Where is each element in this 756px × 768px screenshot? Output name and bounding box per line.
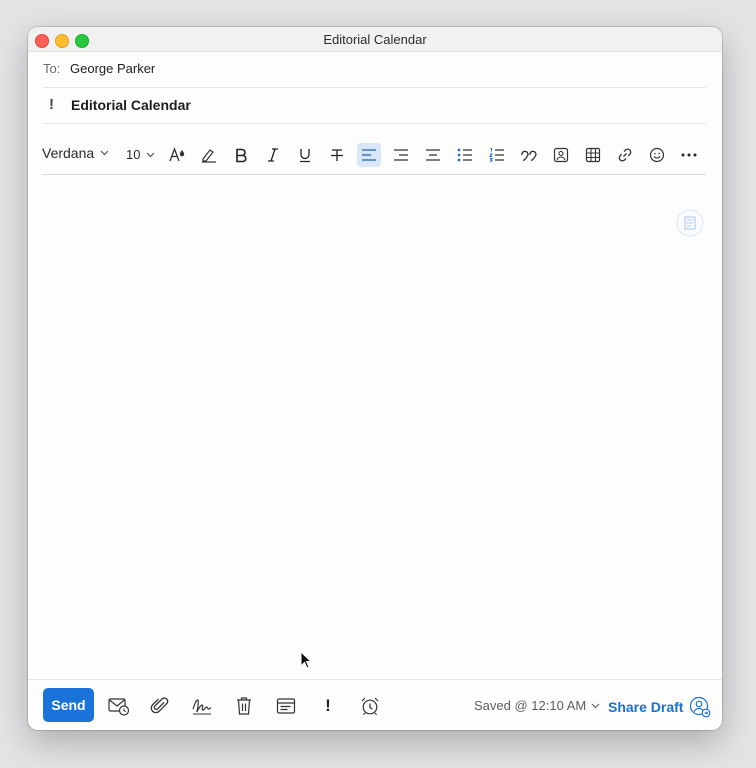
- bulleted-list-icon: [457, 148, 472, 162]
- align-center-icon: [426, 149, 440, 161]
- signature-icon: [192, 699, 212, 715]
- subject-row[interactable]: ! Editorial Calendar: [43, 88, 706, 124]
- mouse-pointer-icon: [300, 651, 312, 669]
- envelope-clock-icon: [108, 698, 130, 716]
- trash-icon: [237, 697, 251, 715]
- schedule-send-button[interactable]: [108, 695, 130, 717]
- subject-field[interactable]: Editorial Calendar: [71, 97, 191, 113]
- insert-table-button[interactable]: [581, 143, 605, 167]
- save-status-text: Saved @ 12:10 AM: [474, 698, 587, 713]
- notes-suggestion-icon[interactable]: [676, 209, 704, 237]
- link-icon: [618, 148, 632, 162]
- align-right-button[interactable]: [389, 143, 413, 167]
- align-center-button[interactable]: [421, 143, 445, 167]
- templates-button[interactable]: [275, 695, 297, 717]
- share-draft-label: Share Draft: [608, 699, 684, 715]
- underline-button[interactable]: [293, 143, 317, 167]
- bulleted-list-button[interactable]: [453, 143, 477, 167]
- paperclip-icon: [150, 697, 169, 714]
- align-right-icon: [394, 149, 408, 161]
- window-title: Editorial Calendar: [323, 32, 427, 47]
- insert-picture-button[interactable]: [549, 143, 573, 167]
- emoji-button[interactable]: [645, 143, 669, 167]
- quote-button[interactable]: [517, 143, 541, 167]
- italic-icon: [268, 148, 278, 162]
- font-family-value: Verdana: [42, 145, 95, 161]
- align-left-button[interactable]: [357, 143, 381, 167]
- font-size-value: 10: [126, 147, 141, 162]
- numbered-list-button[interactable]: [485, 143, 509, 167]
- highlighter-icon: [202, 149, 216, 163]
- italic-button[interactable]: [261, 143, 285, 167]
- to-label: To:: [43, 61, 61, 76]
- template-icon: [276, 698, 296, 714]
- font-size-dropdown[interactable]: 10: [126, 147, 155, 162]
- share-person-icon: [690, 696, 711, 718]
- discard-button[interactable]: [233, 695, 255, 717]
- chevron-down-icon: [591, 703, 600, 708]
- signature-button[interactable]: [191, 695, 213, 717]
- text-color-button[interactable]: [165, 143, 189, 167]
- quote-icon: [521, 150, 537, 162]
- font-family-dropdown[interactable]: Verdana: [42, 145, 109, 161]
- formatting-toolbar: Verdana 10: [42, 139, 706, 175]
- message-body[interactable]: [28, 175, 722, 680]
- chevron-down-icon: [100, 150, 109, 156]
- table-icon: [585, 147, 601, 163]
- align-left-icon: [362, 149, 376, 161]
- importance-icon: !: [49, 96, 54, 113]
- highlight-button[interactable]: [197, 143, 221, 167]
- title-bar: Editorial Calendar: [28, 27, 722, 52]
- bold-icon: [236, 148, 247, 163]
- save-status[interactable]: Saved @ 12:10 AM: [474, 698, 600, 713]
- insert-link-button[interactable]: [613, 143, 637, 167]
- chevron-down-icon: [147, 152, 155, 157]
- to-row[interactable]: To: George Parker: [43, 51, 706, 88]
- underline-icon: [300, 149, 310, 163]
- reminder-button[interactable]: [359, 695, 381, 717]
- text-color-icon: [169, 147, 185, 162]
- more-options-button[interactable]: [677, 143, 701, 167]
- compose-window: Editorial Calendar To: George Parker ! E…: [28, 27, 722, 730]
- numbered-list-icon: [489, 148, 504, 162]
- strikethrough-button[interactable]: [325, 143, 349, 167]
- attach-file-button[interactable]: [149, 695, 171, 717]
- emoji-icon: [649, 147, 665, 163]
- strikethrough-icon: [331, 149, 343, 161]
- picture-icon: [553, 147, 569, 163]
- importance-button[interactable]: !: [317, 695, 339, 717]
- compose-footer: Send ! Saved @ 12:10 AM Share Draft: [28, 679, 722, 730]
- alarm-clock-icon: [361, 697, 379, 716]
- share-draft-button[interactable]: Share Draft: [608, 696, 711, 718]
- ellipsis-icon: [681, 153, 697, 157]
- send-button[interactable]: Send: [43, 688, 94, 722]
- bold-button[interactable]: [229, 143, 253, 167]
- to-recipient[interactable]: George Parker: [70, 61, 155, 76]
